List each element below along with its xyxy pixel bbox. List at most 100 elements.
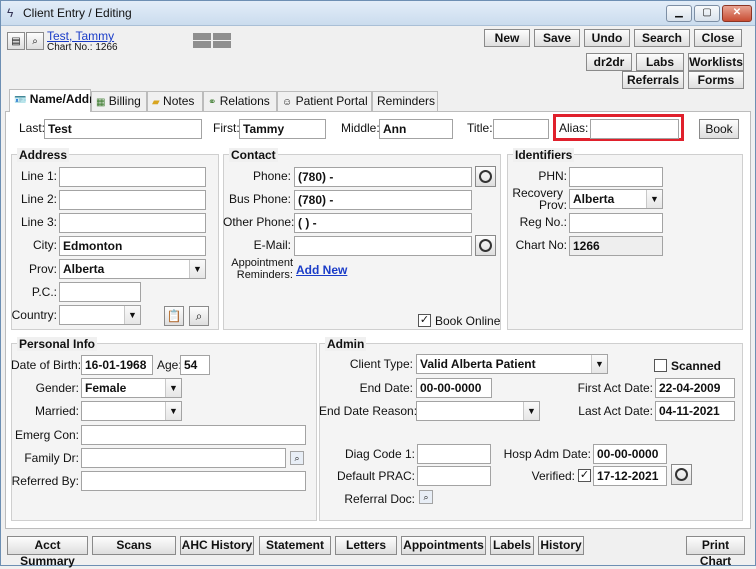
lookup-icon[interactable]: ⌕	[290, 451, 304, 465]
dob-field[interactable]: 16-01-1968	[81, 355, 153, 375]
history-clock-icon[interactable]	[671, 464, 692, 485]
alias-field[interactable]	[590, 119, 679, 139]
verified-checkbox[interactable]: ✓	[578, 469, 591, 482]
city-field[interactable]: Edmonton	[59, 236, 206, 256]
reg-no-field[interactable]	[569, 213, 663, 233]
labels-button[interactable]: Labels	[490, 536, 534, 555]
ahc-history-button[interactable]: AHC History	[180, 536, 254, 555]
line3-field[interactable]	[59, 213, 206, 233]
magnifier-icon[interactable]: ⌕	[189, 306, 209, 326]
default-prac-field[interactable]	[417, 466, 491, 486]
address-title: Address	[17, 148, 70, 162]
letters-button[interactable]: Letters	[335, 536, 397, 555]
tab-notes[interactable]: ▰ Notes	[147, 91, 203, 111]
history-clock-icon[interactable]	[475, 235, 496, 256]
scanned-checkbox[interactable]	[654, 359, 667, 372]
reg-no-label: Reg No.:	[519, 215, 567, 229]
history-button[interactable]: History	[538, 536, 584, 555]
chart-no-field: 1266	[569, 236, 663, 256]
maximize-button[interactable]: ▢	[694, 5, 720, 22]
referred-by-field[interactable]	[81, 471, 306, 491]
family-dr-field[interactable]	[81, 448, 286, 468]
gender-value: Female	[85, 381, 127, 395]
tab-name-addr[interactable]: 🪪 Name/Addr	[9, 89, 94, 112]
recovery-prov-select[interactable]: Alberta ▼	[569, 189, 663, 209]
client-name-link[interactable]: Test, Tammy	[47, 29, 114, 43]
client-entry-window: ϟ Client Entry / Editing ▁ ▢ ✕ ▤ ⌕ Test,…	[0, 0, 756, 568]
gender-select[interactable]: Female ▼	[81, 378, 182, 398]
country-select[interactable]: ▼	[59, 305, 141, 325]
line2-field[interactable]	[59, 190, 206, 210]
close-button[interactable]: Close	[694, 29, 742, 47]
phn-label: PHN:	[538, 169, 567, 183]
title-field[interactable]	[493, 119, 549, 139]
close-window-button[interactable]: ✕	[722, 5, 752, 22]
gender-label: Gender:	[35, 381, 79, 395]
clipboard-icon[interactable]: 📋	[164, 306, 184, 326]
verified-label: Verified:	[531, 469, 575, 483]
forms-button[interactable]: Forms	[688, 71, 744, 89]
end-date-field[interactable]: 00-00-0000	[416, 378, 492, 398]
tab-billing[interactable]: ▦ Billing	[91, 91, 147, 111]
client-type-select[interactable]: Valid Alberta Patient ▼	[416, 354, 608, 374]
acct-summary-button[interactable]: Acct Summary	[7, 536, 88, 568]
tab-label: Patient Portal	[295, 94, 368, 108]
history-clock-icon[interactable]	[475, 166, 496, 187]
add-new-link[interactable]: Add New	[296, 263, 347, 277]
print-chart-button[interactable]: Print Chart	[686, 536, 745, 568]
hosp-adm-date-label: Hosp Adm Date:	[503, 447, 591, 461]
diag-code-field[interactable]	[417, 444, 491, 464]
first-name-field[interactable]: Tammy	[239, 119, 326, 139]
last-name-field[interactable]: Test	[44, 119, 202, 139]
bus-phone-field[interactable]: (780) -	[294, 190, 472, 210]
chart-no-id-label: Chart No:	[515, 238, 567, 252]
emerg-con-field[interactable]	[81, 425, 306, 445]
tab-label: Name/Addr	[29, 92, 94, 106]
labs-button[interactable]: Labs	[636, 53, 684, 71]
recovery-prov-label-2: Prov:	[538, 198, 567, 212]
chevron-down-icon: ▼	[165, 379, 181, 397]
phn-field[interactable]	[569, 167, 663, 187]
book-button[interactable]: Book	[699, 119, 739, 139]
line3-label: Line 3:	[20, 215, 57, 229]
prov-select[interactable]: Alberta ▼	[59, 259, 206, 279]
lookup-icon[interactable]: ⌕	[419, 490, 433, 504]
search-button[interactable]: Search	[634, 29, 690, 47]
pc-field[interactable]	[59, 282, 141, 302]
verified-date-field[interactable]: 17-12-2021	[593, 466, 667, 486]
alias-label: Alias:	[559, 121, 589, 135]
referrals-button[interactable]: Referrals	[622, 71, 684, 89]
scans-button[interactable]: Scans	[92, 536, 176, 555]
minimize-button[interactable]: ▁	[666, 5, 692, 22]
tab-reminders[interactable]: Reminders	[372, 91, 438, 111]
dr2dr-button[interactable]: dr2dr	[586, 53, 632, 71]
hosp-adm-date-field[interactable]: 00-00-0000	[593, 444, 667, 464]
line1-field[interactable]	[59, 167, 206, 187]
phone-field[interactable]: (780) -	[294, 167, 472, 187]
app-icon: ϟ	[7, 6, 14, 20]
chart-icon[interactable]: ▤	[7, 32, 25, 50]
dob-label: Date of Birth:	[11, 358, 82, 372]
middle-name-label: Middle:	[341, 121, 380, 135]
default-prac-label: Default PRAC:	[336, 469, 415, 483]
end-date-reason-select[interactable]: ▼	[416, 401, 540, 421]
other-phone-field[interactable]: ( ) -	[294, 213, 472, 233]
line1-label: Line 1:	[20, 169, 57, 183]
chevron-down-icon: ▼	[189, 260, 205, 278]
tab-relations[interactable]: ⚭ Relations	[203, 91, 277, 111]
book-online-label: Book Online	[435, 314, 501, 328]
worklists-button[interactable]: Worklists	[688, 53, 744, 71]
statement-button[interactable]: Statement	[259, 536, 331, 555]
appointments-button[interactable]: Appointments	[401, 536, 486, 555]
id-card-icon: 🪪	[14, 95, 27, 106]
save-button[interactable]: Save	[534, 29, 580, 47]
search-icon[interactable]: ⌕	[26, 32, 44, 50]
book-online-checkbox[interactable]: ✓	[418, 314, 431, 327]
country-label: Country:	[11, 308, 57, 322]
new-button[interactable]: New	[484, 29, 530, 47]
married-select[interactable]: ▼	[81, 401, 182, 421]
middle-name-field[interactable]: Ann	[379, 119, 453, 139]
tab-patient-portal[interactable]: ☺ Patient Portal	[277, 91, 372, 111]
email-field[interactable]	[294, 236, 472, 256]
undo-button[interactable]: Undo	[584, 29, 630, 47]
